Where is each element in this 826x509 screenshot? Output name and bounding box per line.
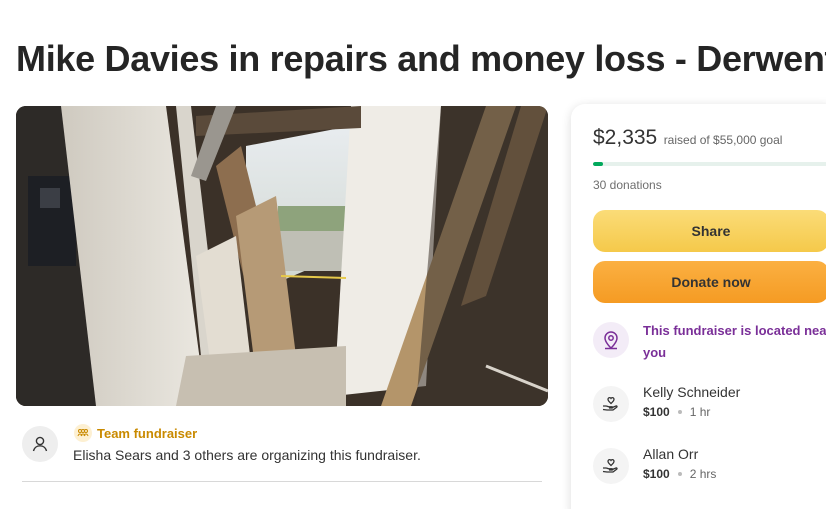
goal-text: raised of $55,000 goal bbox=[663, 133, 783, 147]
donor-time: 2 hrs bbox=[689, 467, 717, 481]
raised-amount: $2,335 bbox=[593, 126, 658, 149]
donor-meta: $100 2 hrs bbox=[643, 467, 716, 481]
donor-item: Kelly Schneider $100 1 hr bbox=[593, 384, 826, 428]
heart-hand-icon bbox=[593, 386, 629, 422]
donor-amount: $100 bbox=[643, 405, 670, 419]
team-icon bbox=[74, 424, 92, 442]
location-pin-icon bbox=[593, 322, 629, 358]
location-notice-text: This fundraiser is located near you bbox=[643, 323, 826, 360]
share-button[interactable]: Share bbox=[593, 210, 826, 252]
hero-image[interactable] bbox=[16, 106, 548, 406]
donor-meta: $100 1 hr bbox=[643, 405, 710, 419]
separator-dot bbox=[677, 472, 682, 476]
donor-amount: $100 bbox=[643, 467, 670, 481]
damaged-building-photo bbox=[16, 106, 548, 406]
progress-fill bbox=[593, 162, 603, 166]
donor-item: Allan Orr $100 2 hrs bbox=[593, 446, 826, 490]
heart-hand-icon bbox=[593, 448, 629, 484]
user-icon[interactable] bbox=[22, 426, 58, 462]
raised-summary: $2,335 raised of $55,000 goal bbox=[593, 126, 782, 150]
divider bbox=[22, 481, 542, 482]
donor-name: Allan Orr bbox=[643, 446, 699, 462]
team-label-text: Team fundraiser bbox=[97, 425, 198, 441]
team-fundraiser-label: Team fundraiser bbox=[74, 424, 197, 442]
donor-name: Kelly Schneider bbox=[643, 384, 741, 400]
donor-time: 1 hr bbox=[689, 405, 711, 419]
progress-bar bbox=[593, 162, 826, 166]
organizer-text: Elisha Sears and 3 others are organizing… bbox=[73, 447, 421, 463]
page-title: Mike Davies in repairs and money loss - … bbox=[16, 38, 826, 79]
separator-dot bbox=[677, 410, 682, 414]
donate-button[interactable]: Donate now bbox=[593, 261, 826, 303]
donation-card: $2,335 raised of $55,000 goal 30 donatio… bbox=[571, 104, 826, 509]
donations-count: 30 donations bbox=[593, 178, 662, 192]
